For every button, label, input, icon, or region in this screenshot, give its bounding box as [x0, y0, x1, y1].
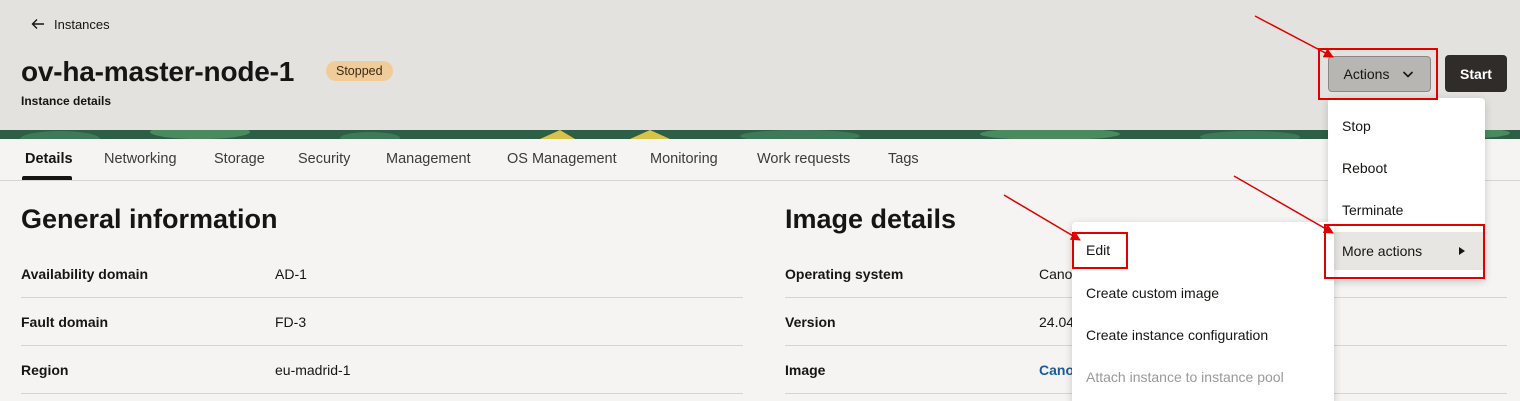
breadcrumb-label: Instances — [54, 16, 110, 32]
annotation-arrow-edit — [1003, 194, 1081, 241]
tab-monitoring[interactable]: Monitoring — [650, 151, 718, 167]
tab-tags[interactable]: Tags — [888, 151, 919, 167]
image-details-heading: Image details — [785, 204, 957, 234]
menu-item-edit[interactable]: Edit — [1072, 231, 1334, 269]
row-divider — [21, 345, 743, 346]
fault-domain-value: FD-3 — [275, 314, 307, 330]
active-tab-indicator — [22, 176, 72, 180]
tab-management[interactable]: Management — [386, 151, 471, 167]
operating-system-label: Operating system — [785, 266, 904, 282]
menu-item-create-instance-configuration[interactable]: Create instance configuration — [1072, 316, 1334, 354]
tab-bar: Details Networking Storage Security Mana… — [0, 139, 1520, 181]
more-actions-label: More actions — [1342, 243, 1423, 259]
caret-right-icon — [1459, 247, 1465, 255]
fault-domain-label: Fault domain — [21, 314, 109, 330]
row-divider — [21, 393, 743, 394]
actions-menu: Stop Reboot Terminate More actions — [1328, 98, 1485, 280]
image-link[interactable]: Cano — [1039, 362, 1074, 378]
menu-item-create-custom-image[interactable]: Create custom image — [1072, 274, 1334, 312]
image-label: Image — [785, 362, 826, 378]
actions-button[interactable]: Actions — [1328, 56, 1431, 92]
chevron-down-icon — [1403, 71, 1414, 78]
menu-item-stop[interactable]: Stop — [1328, 108, 1485, 144]
version-label: Version — [785, 314, 836, 330]
page-title: ov-ha-master-node-1 — [21, 56, 295, 87]
tab-networking[interactable]: Networking — [104, 151, 177, 167]
tab-os-management[interactable]: OS Management — [507, 151, 617, 167]
region-value: eu-madrid-1 — [275, 362, 351, 378]
actions-button-label: Actions — [1343, 66, 1390, 82]
tab-work-requests[interactable]: Work requests — [757, 151, 850, 167]
version-value: 24.04 — [1039, 314, 1075, 330]
tab-details[interactable]: Details — [25, 151, 73, 167]
row-divider — [21, 297, 743, 298]
page-header: Instances ov-ha-master-node-1 Stopped In… — [0, 0, 1520, 130]
general-information-heading: General information — [21, 204, 278, 234]
menu-item-terminate[interactable]: Terminate — [1328, 192, 1485, 228]
arrow-left-icon — [31, 19, 44, 29]
tab-storage[interactable]: Storage — [214, 151, 265, 167]
status-badge: Stopped — [326, 61, 393, 81]
menu-item-reboot[interactable]: Reboot — [1328, 150, 1485, 186]
more-actions-submenu: Edit Create custom image Create instance… — [1072, 222, 1334, 401]
start-button[interactable]: Start — [1445, 55, 1507, 92]
availability-domain-label: Availability domain — [21, 266, 149, 282]
tab-security[interactable]: Security — [298, 151, 350, 167]
banner-stripe — [0, 130, 1520, 139]
breadcrumb-back-link[interactable]: Instances — [30, 16, 110, 32]
menu-item-attach-instance-pool: Attach instance to instance pool — [1086, 369, 1284, 385]
operating-system-value: Cano — [1039, 266, 1073, 282]
menu-item-more-actions[interactable]: More actions — [1328, 232, 1485, 270]
availability-domain-value: AD-1 — [275, 266, 307, 282]
region-label: Region — [21, 362, 69, 378]
page-subtitle: Instance details — [21, 94, 112, 108]
